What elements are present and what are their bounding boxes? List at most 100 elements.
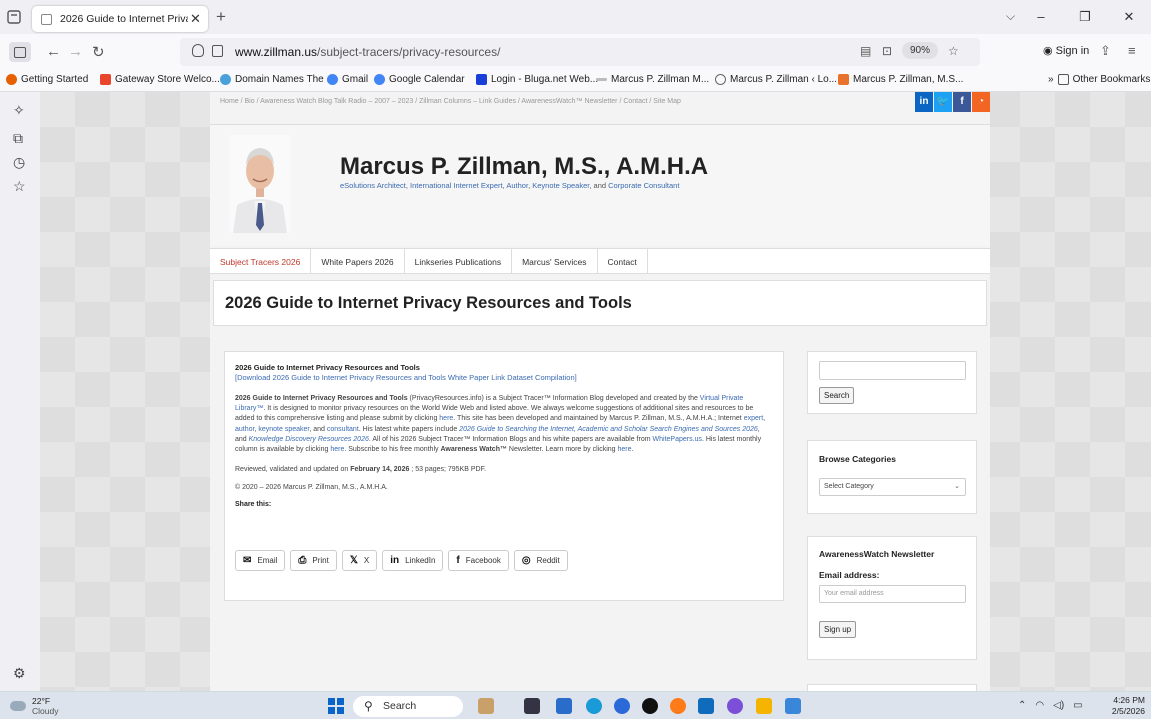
reader-view-icon[interactable]: ▤ xyxy=(860,44,871,58)
site-title[interactable]: Marcus P. Zillman, M.S., A.M.H.A xyxy=(340,153,708,181)
zoom-level[interactable]: 90% xyxy=(902,42,939,59)
share-buttons: ✉ Email ⎙ Print 𝕏X in LinkedIn f Facebook ◎ R… xyxy=(235,550,568,571)
share-linkedin-button[interactable]: in LinkedIn xyxy=(382,550,444,571)
tagline-link[interactable]: Author xyxy=(506,181,528,190)
tagline-link[interactable]: Corporate Consultant xyxy=(608,181,679,190)
bookmark-star-icon[interactable]: ☆ xyxy=(948,44,959,58)
download-link[interactable]: [Download 2026 Guide to Internet Privacy… xyxy=(235,373,773,382)
clock[interactable]: 4:26 PM 2/5/2026 xyxy=(1101,695,1145,717)
sign-in-button[interactable]: ◉ Sign in xyxy=(1043,44,1089,57)
share-icon[interactable]: ⇪ xyxy=(1100,43,1111,59)
share-x-button[interactable]: 𝕏X xyxy=(341,550,378,571)
category-select[interactable]: Select Category ⌄ xyxy=(819,478,966,496)
author-photo[interactable] xyxy=(229,135,291,233)
page-title: 2026 Guide to Internet Privacy Resources… xyxy=(225,294,632,312)
app-icon[interactable] xyxy=(727,698,743,714)
bookmark-item[interactable]: Domain Names The ... xyxy=(220,74,335,85)
keynote-link[interactable]: keynote speaker xyxy=(258,426,309,433)
tab-list-icon[interactable] xyxy=(5,8,23,26)
outlook-icon[interactable] xyxy=(698,698,714,714)
sign-up-button[interactable]: Sign up xyxy=(819,621,857,638)
newsletter-widget: AwarenessWatch Newsletter Email address:… xyxy=(807,536,977,660)
active-tab[interactable]: 2026 Guide to Internet Privacy Reso ✕ xyxy=(32,6,208,32)
tagline-link[interactable]: International Internet Expert xyxy=(410,181,503,190)
app-icon[interactable] xyxy=(785,698,801,714)
new-tab-button[interactable]: + xyxy=(216,7,226,27)
chevron-up-icon[interactable]: ⌃ xyxy=(1018,700,1026,711)
weather-widget[interactable]: 22°F Cloudy xyxy=(10,696,58,716)
author-link[interactable]: author xyxy=(235,426,254,433)
taskbar-search[interactable]: ⚲ Search xyxy=(353,696,463,717)
sidebar-settings-icon[interactable]: ⚙ xyxy=(13,665,26,682)
bookmark-item[interactable]: Gateway Store Welco... xyxy=(100,74,220,85)
bookmark-item[interactable]: Google Calendar xyxy=(374,74,465,85)
bookmark-item[interactable]: Getting Started xyxy=(6,74,88,85)
bookmark-item[interactable]: Marcus P. Zillman ‹ Lo... xyxy=(715,74,837,85)
app-icon[interactable] xyxy=(556,698,572,714)
history-icon[interactable]: ◷ xyxy=(13,154,25,171)
search-input[interactable] xyxy=(819,361,966,380)
nav-contact[interactable]: Contact xyxy=(598,249,648,273)
file-explorer-icon[interactable] xyxy=(756,698,772,714)
submit-link[interactable]: here xyxy=(439,415,453,422)
white-paper-link[interactable]: 2026 Guide to Searching the Internet, Ac… xyxy=(459,426,758,433)
nav-white-papers[interactable]: White Papers 2026 xyxy=(311,249,405,273)
nav-linkseries[interactable]: Linkseries Publications xyxy=(405,249,513,273)
volume-icon[interactable]: ◁) xyxy=(1053,700,1064,711)
rss-icon[interactable]: ◔ xyxy=(972,92,990,112)
url-bar[interactable]: www.zillman.us/subject-tracers/privacy-r… xyxy=(180,38,980,66)
bookmark-item[interactable]: Gmail xyxy=(327,74,368,85)
bookmark-item[interactable]: Login - Bluga.net Web... xyxy=(476,74,598,85)
wifi-icon[interactable]: ◠ xyxy=(1035,700,1044,711)
tagline-link[interactable]: Keynote Speaker xyxy=(532,181,589,190)
minimize-button[interactable]: – xyxy=(1019,0,1063,34)
share-facebook-button[interactable]: f Facebook xyxy=(448,550,509,571)
chevron-right-icon[interactable]: » xyxy=(1048,74,1054,85)
tagline-link[interactable]: eSolutions Architect xyxy=(340,181,406,190)
synced-tabs-icon[interactable]: ⧉ xyxy=(13,130,23,147)
nav-services[interactable]: Marcus' Services xyxy=(512,249,598,273)
firefox-icon[interactable] xyxy=(670,698,686,714)
white-paper-link[interactable]: Knowledge Discovery Resources 2026 xyxy=(249,436,369,443)
url-text[interactable]: www.zillman.us/subject-tracers/privacy-r… xyxy=(235,45,500,59)
list-all-tabs-icon[interactable]: ⌵ xyxy=(1006,9,1015,24)
whitepapers-link[interactable]: WhitePapers.us xyxy=(653,436,702,443)
expert-link[interactable]: expert xyxy=(744,415,763,422)
learn-more-link[interactable]: here xyxy=(617,446,631,453)
nav-subject-tracers[interactable]: Subject Tracers 2026 xyxy=(210,249,312,273)
tab-close-icon[interactable]: ✕ xyxy=(190,11,201,27)
share-print-button[interactable]: ⎙ Print xyxy=(290,550,337,571)
search-button[interactable]: Search xyxy=(819,387,855,404)
edge-icon[interactable] xyxy=(586,698,602,714)
restore-button[interactable]: ❐ xyxy=(1063,0,1107,34)
app-icon[interactable] xyxy=(524,698,540,714)
other-bookmarks[interactable]: » Other Bookmarks xyxy=(1048,74,1150,85)
back-arrow-icon[interactable]: ← xyxy=(46,43,61,60)
sidebar-toggle-icon[interactable] xyxy=(9,42,31,62)
email-field[interactable]: Your email address xyxy=(819,585,966,603)
start-button[interactable] xyxy=(328,698,344,714)
bookmark-item[interactable]: Marcus P. Zillman, M.S... xyxy=(838,74,963,85)
forward-arrow-icon[interactable]: → xyxy=(68,43,83,60)
ai-chatbot-icon[interactable]: ✧ xyxy=(13,102,25,119)
share-reddit-button[interactable]: ◎ Reddit xyxy=(513,550,568,571)
dell-icon[interactable] xyxy=(642,698,658,714)
top-menu[interactable]: Home / Bio / Awareness Watch Blog Talk R… xyxy=(220,96,740,108)
reload-icon[interactable]: ↻ xyxy=(92,43,105,61)
column-link[interactable]: here xyxy=(330,446,344,453)
app-icon[interactable] xyxy=(614,698,630,714)
battery-icon[interactable]: ▭ xyxy=(1073,700,1082,711)
facebook-icon[interactable]: f xyxy=(953,92,971,112)
menu-icon[interactable]: ≡ xyxy=(1128,43,1136,58)
save-page-icon[interactable]: ⊡ xyxy=(882,44,892,58)
twitter-icon[interactable]: 🐦 xyxy=(934,92,952,112)
linkedin-icon[interactable]: in xyxy=(915,92,933,112)
consultant-link[interactable]: consultant xyxy=(327,426,359,433)
app-icon[interactable] xyxy=(478,698,494,714)
shield-icon[interactable] xyxy=(192,44,204,57)
bookmark-item[interactable]: Marcus P. Zillman M... xyxy=(596,74,709,85)
lock-icon[interactable] xyxy=(212,45,223,57)
close-window-button[interactable]: ✕ xyxy=(1107,0,1151,34)
share-email-button[interactable]: ✉ Email xyxy=(235,550,286,571)
bookmarks-icon[interactable]: ☆ xyxy=(13,178,26,195)
